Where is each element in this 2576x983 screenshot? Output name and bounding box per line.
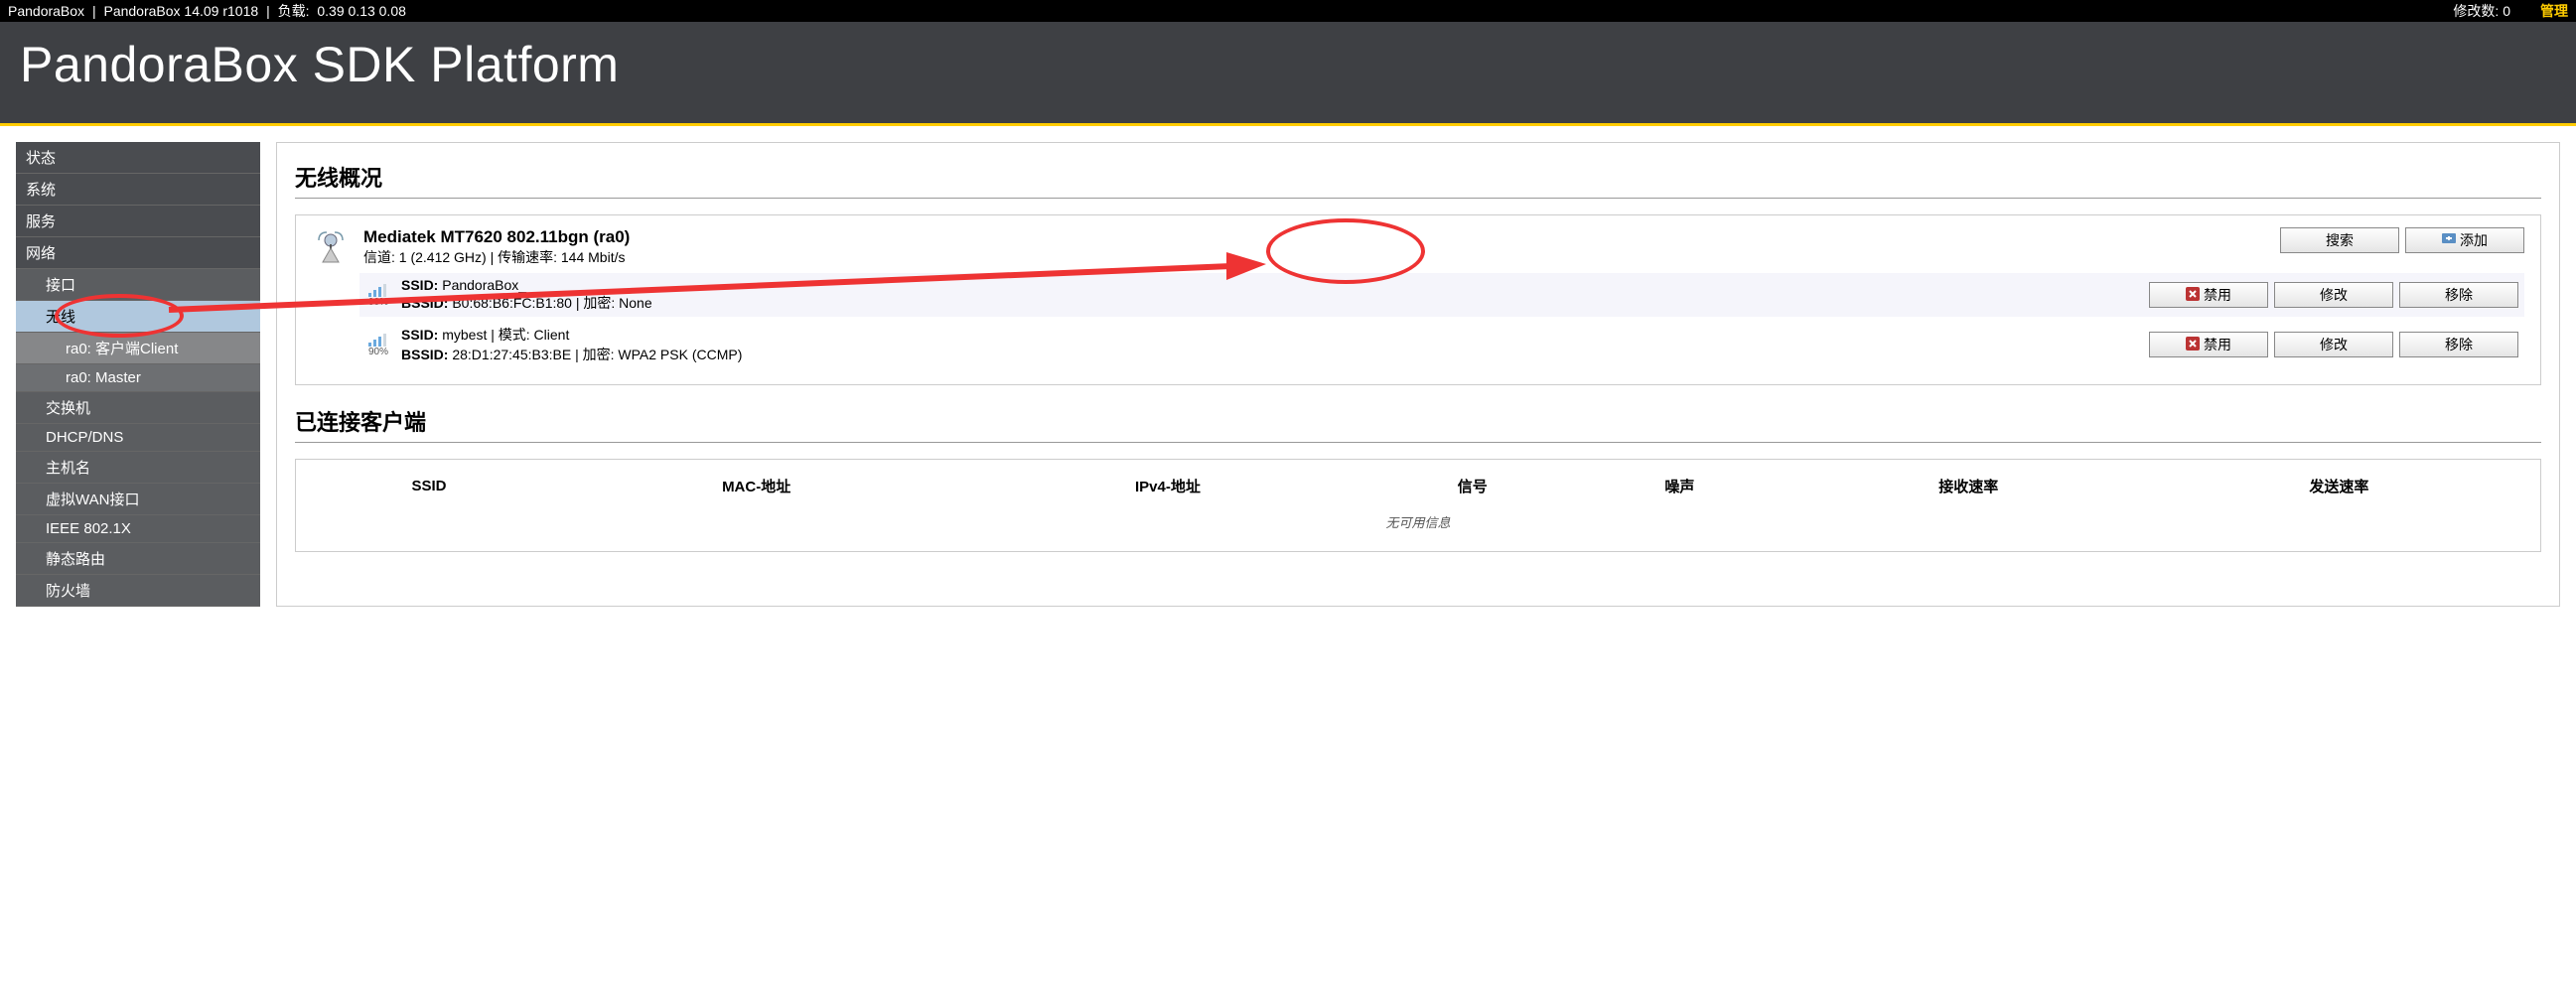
- load-value: 0.39 0.13 0.08: [317, 3, 406, 19]
- section-clients: 已连接客户端: [295, 405, 2541, 443]
- client-col-header: MAC-地址: [546, 470, 966, 502]
- sidebar-item-0[interactable]: 状态: [16, 142, 260, 174]
- client-col-header: 发送速率: [2154, 470, 2524, 502]
- disable-button[interactable]: 禁用: [2149, 282, 2268, 308]
- sidebar-item-13[interactable]: 静态路由: [16, 543, 260, 575]
- main-panel: 无线概况 Mediatek MT7620 802.11bgn (ra0) 信道:…: [276, 142, 2560, 607]
- no-clients-info: 无可用信息: [312, 502, 2524, 541]
- wifi-network-row: 90% SSID: mybest | 模式: ClientBSSID: 28:D1…: [359, 321, 2524, 368]
- wifi-device-actions: 搜索 添加: [2280, 227, 2524, 253]
- sidebar-item-5[interactable]: 无线: [16, 301, 260, 333]
- admin-link[interactable]: 管理: [2540, 1, 2568, 21]
- add-icon: [2442, 233, 2456, 247]
- wifi-network-row: 90% SSID: PandoraBox_BSSID: B0:68:B6:FC:B…: [359, 273, 2524, 317]
- sidebar-item-3[interactable]: 网络: [16, 237, 260, 269]
- section-wireless-overview: 无线概况: [295, 161, 2541, 199]
- wifi-head: Mediatek MT7620 802.11bgn (ra0) 信道: 1 (2…: [312, 227, 2524, 267]
- sidebar-item-12[interactable]: IEEE 802.1X: [16, 515, 260, 543]
- body-wrap: 状态系统服务网络接口无线ra0: 客户端Clientra0: Master交换机…: [0, 126, 2576, 623]
- client-col-header: IPv4-地址: [966, 470, 1368, 502]
- wifi-row-actions: 禁用修改移除: [2149, 332, 2518, 357]
- wifi-row-actions: 禁用修改移除: [2149, 282, 2518, 308]
- topbar: PandoraBox | PandoraBox 14.09 r1018 | 负载…: [0, 0, 2576, 22]
- signal-pct: 90%: [368, 297, 388, 308]
- wifi-row-info: SSID: mybest | 模式: ClientBSSID: 28:D1:27…: [401, 325, 2139, 364]
- topbar-left: PandoraBox | PandoraBox 14.09 r1018 | 负载…: [8, 1, 410, 21]
- sidebar: 状态系统服务网络接口无线ra0: 客户端Clientra0: Master交换机…: [16, 142, 260, 607]
- signal-icon: 90%: [365, 333, 391, 357]
- load-label: 负载:: [278, 3, 310, 19]
- disable-icon: [2186, 337, 2200, 353]
- page-title: PandoraBox SDK Platform: [20, 36, 2556, 93]
- sidebar-item-4[interactable]: 接口: [16, 269, 260, 301]
- edit-button[interactable]: 修改: [2274, 282, 2393, 308]
- brand: PandoraBox: [8, 3, 84, 19]
- wifi-device-sub: 信道: 1 (2.412 GHz) | 传输速率: 144 Mbit/s: [363, 247, 2266, 267]
- client-col-header: 接收速率: [1784, 470, 2154, 502]
- add-button[interactable]: 添加: [2405, 227, 2524, 253]
- sidebar-item-9[interactable]: DHCP/DNS: [16, 424, 260, 452]
- sidebar-item-7[interactable]: ra0: Master: [16, 364, 260, 392]
- sidebar-item-14[interactable]: 防火墙: [16, 575, 260, 607]
- scan-button[interactable]: 搜索: [2280, 227, 2399, 253]
- sidebar-item-2[interactable]: 服务: [16, 206, 260, 237]
- wifi-row-info: SSID: PandoraBox_BSSID: B0:68:B6:FC:B1:8…: [401, 277, 2139, 313]
- remove-button[interactable]: 移除: [2399, 332, 2518, 357]
- mod-count[interactable]: 修改数: 0: [2453, 1, 2510, 21]
- client-col-header: 信号: [1369, 470, 1577, 502]
- sidebar-item-8[interactable]: 交换机: [16, 392, 260, 424]
- client-col-header: SSID: [312, 470, 546, 502]
- version: PandoraBox 14.09 r1018: [103, 3, 258, 19]
- clients-table: SSIDMAC-地址IPv4-地址信号噪声接收速率发送速率 无可用信息: [295, 459, 2541, 552]
- wifi-device-card: Mediatek MT7620 802.11bgn (ra0) 信道: 1 (2…: [295, 214, 2541, 385]
- client-col-header: 噪声: [1576, 470, 1784, 502]
- sidebar-item-1[interactable]: 系统: [16, 174, 260, 206]
- sidebar-item-11[interactable]: 虚拟WAN接口: [16, 484, 260, 515]
- wifi-device-name: Mediatek MT7620 802.11bgn (ra0): [363, 227, 2266, 247]
- sidebar-item-6[interactable]: ra0: 客户端Client: [16, 333, 260, 364]
- remove-button[interactable]: 移除: [2399, 282, 2518, 308]
- disable-icon: [2186, 287, 2200, 304]
- signal-pct: 90%: [368, 347, 388, 357]
- edit-button[interactable]: 修改: [2274, 332, 2393, 357]
- wifi-device-info: Mediatek MT7620 802.11bgn (ra0) 信道: 1 (2…: [363, 227, 2266, 267]
- sidebar-item-10[interactable]: 主机名: [16, 452, 260, 484]
- antenna-icon: [312, 227, 350, 265]
- disable-button[interactable]: 禁用: [2149, 332, 2268, 357]
- topbar-right: 修改数: 0 管理: [2453, 1, 2568, 21]
- signal-icon: 90%: [365, 283, 391, 308]
- header: PandoraBox SDK Platform: [0, 22, 2576, 126]
